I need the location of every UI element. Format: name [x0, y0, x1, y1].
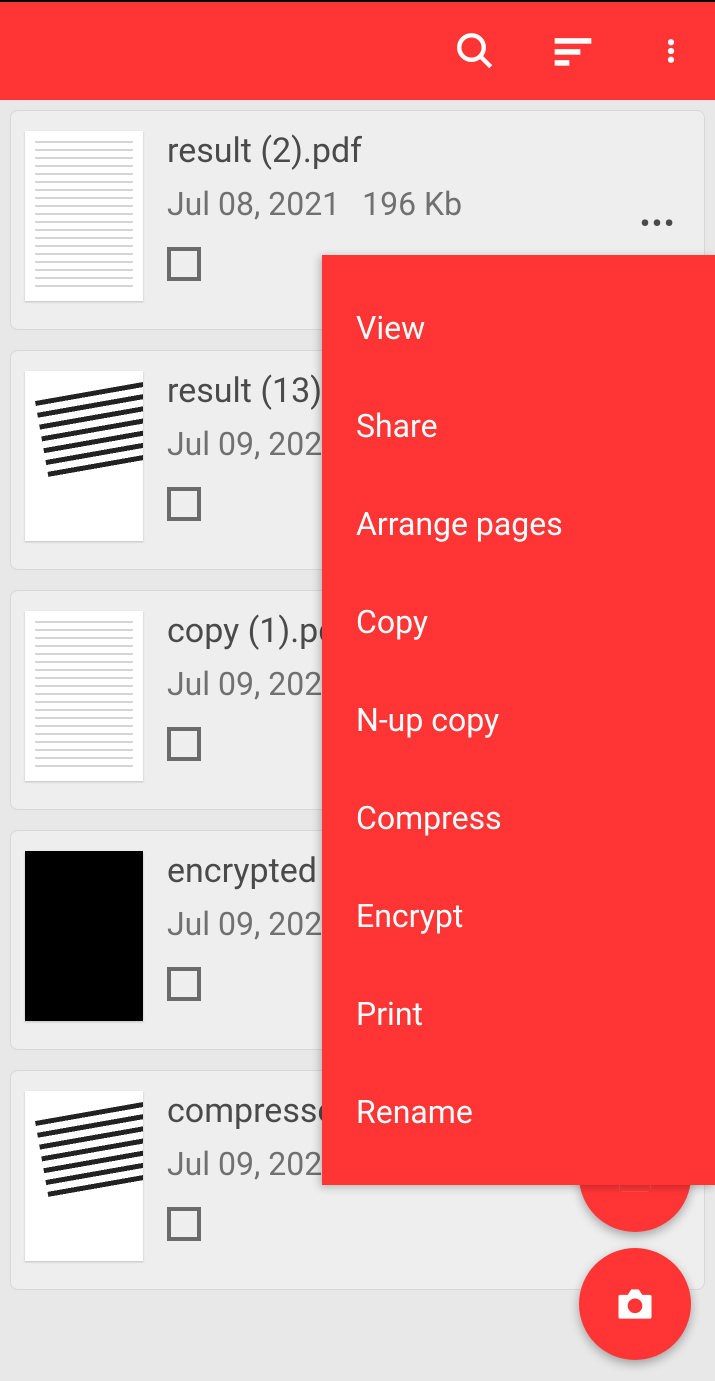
menu-item-share[interactable]: Share [322, 377, 715, 475]
file-thumbnail [25, 611, 143, 781]
file-name: result (2).pdf [167, 131, 690, 171]
file-thumbnail [25, 371, 143, 541]
sort-icon[interactable] [549, 27, 597, 75]
file-size: 196 Kb [362, 185, 462, 223]
camera-fab[interactable] [579, 1248, 691, 1360]
menu-item-nup-copy[interactable]: N-up copy [322, 671, 715, 769]
menu-item-compress[interactable]: Compress [322, 769, 715, 867]
file-checkbox[interactable] [167, 247, 201, 281]
app-bar [0, 2, 715, 100]
file-date: Jul 09, 2021 [167, 1145, 340, 1183]
file-date: Jul 09, 2021 [167, 905, 340, 943]
search-icon[interactable] [451, 27, 499, 75]
menu-item-view[interactable]: View [322, 279, 715, 377]
file-thumbnail [25, 131, 143, 301]
more-icon[interactable]: ••• [640, 207, 676, 240]
overflow-icon[interactable] [647, 27, 695, 75]
file-checkbox[interactable] [167, 727, 201, 761]
file-date: Jul 08, 2021 [167, 185, 340, 223]
menu-item-copy[interactable]: Copy [322, 573, 715, 671]
file-checkbox[interactable] [167, 487, 201, 521]
context-menu: View Share Arrange pages Copy N-up copy … [322, 255, 715, 1185]
menu-item-arrange-pages[interactable]: Arrange pages [322, 475, 715, 573]
file-date: Jul 09, 2021 [167, 665, 340, 703]
menu-item-encrypt[interactable]: Encrypt [322, 867, 715, 965]
file-checkbox[interactable] [167, 967, 201, 1001]
menu-item-rename[interactable]: Rename [322, 1063, 715, 1161]
file-thumbnail [25, 851, 143, 1021]
file-meta: Jul 08, 2021 196 Kb [167, 185, 690, 223]
file-checkbox[interactable] [167, 1207, 201, 1241]
file-date: Jul 09, 2021 [167, 425, 340, 463]
file-thumbnail [25, 1091, 143, 1261]
menu-item-print[interactable]: Print [322, 965, 715, 1063]
